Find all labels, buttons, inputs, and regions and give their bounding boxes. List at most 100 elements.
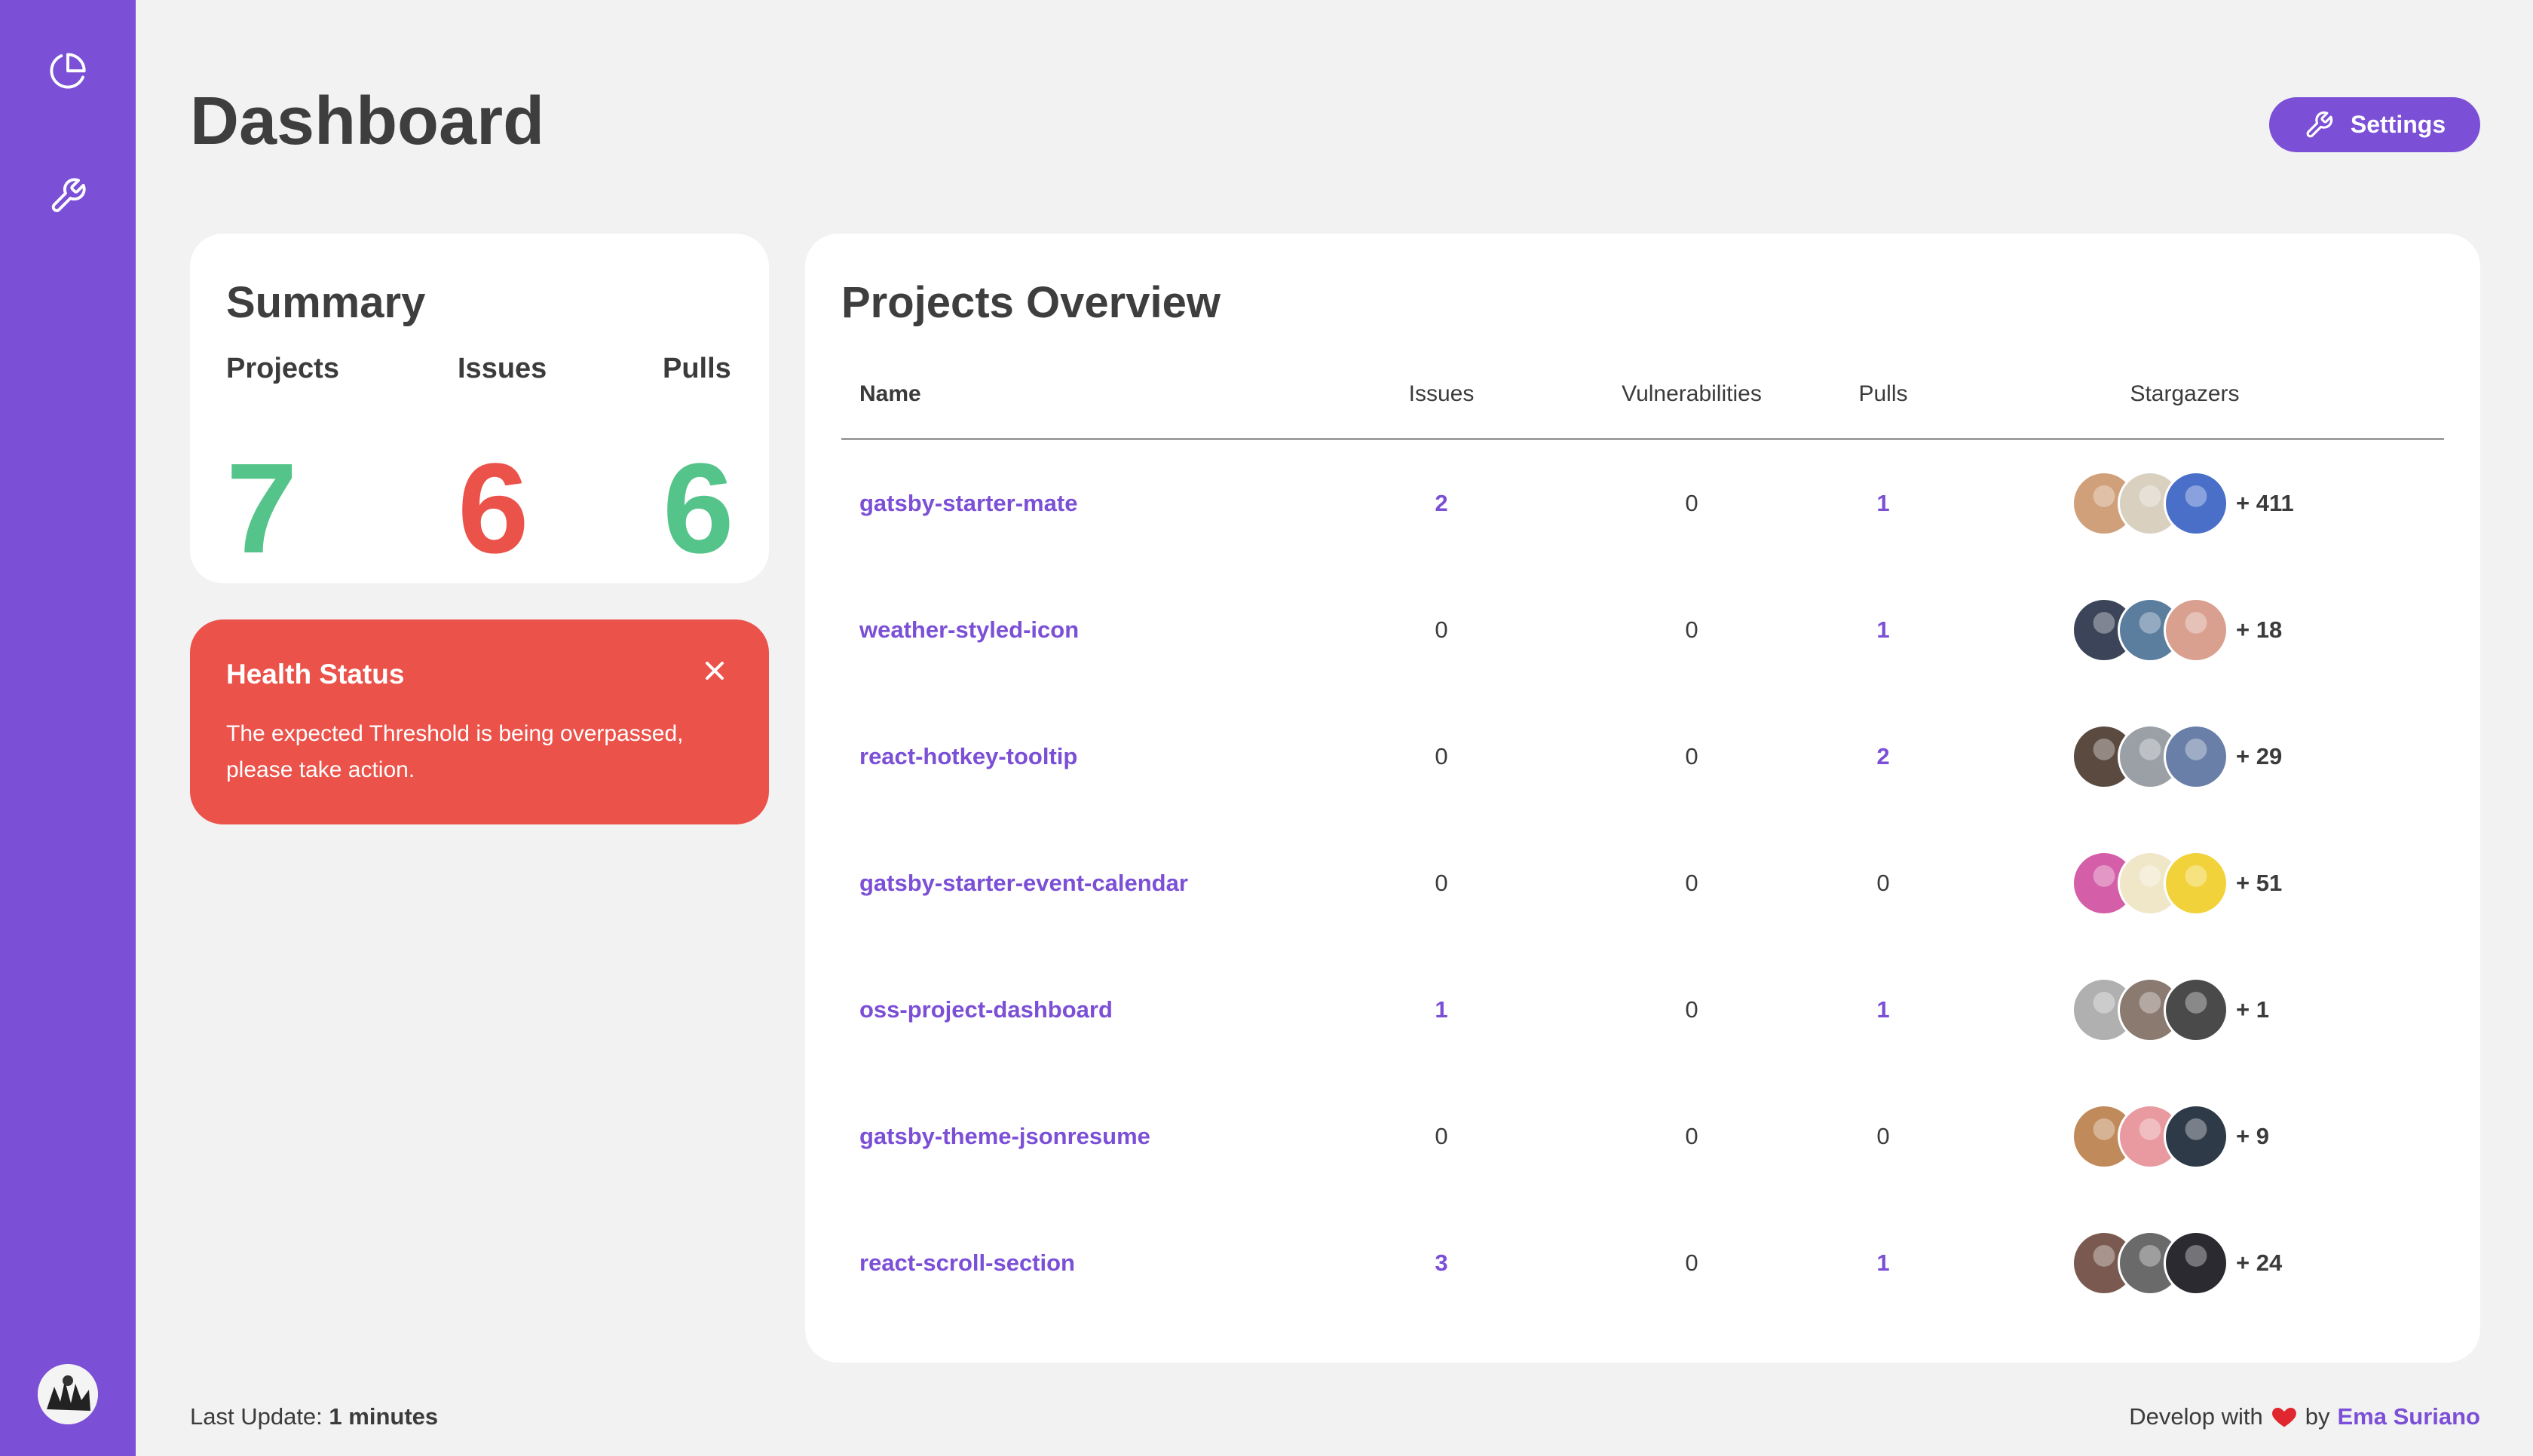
stargazer-count: + 411 xyxy=(2236,490,2294,516)
table-row: gatsby-theme-jsonresume 0 0 0 + 9 xyxy=(805,1073,2480,1200)
column-header-name[interactable]: Name xyxy=(859,381,921,407)
sidebar xyxy=(0,0,136,1456)
summary-stat-issues: Issues xyxy=(458,353,547,385)
cell-issues-wrapper: 1 xyxy=(1366,947,1517,1073)
cell-issues: 0 xyxy=(1435,616,1448,643)
project-link[interactable]: gatsby-starter-event-calendar xyxy=(859,870,1188,897)
column-header-issues[interactable]: Issues xyxy=(1366,381,1517,407)
cell-stargazers: + 9 xyxy=(2072,1073,2269,1200)
stargazer-avatar[interactable] xyxy=(2164,1231,2228,1295)
project-link[interactable]: gatsby-theme-jsonresume xyxy=(859,1123,1150,1150)
stargazer-avatar[interactable] xyxy=(2164,724,2228,789)
column-header-vulnerabilities[interactable]: Vulnerabilities xyxy=(1571,381,1812,407)
stat-label: Issues xyxy=(458,353,547,384)
cell-vulnerabilities: 0 xyxy=(1685,1123,1698,1149)
project-link[interactable]: gatsby-starter-mate xyxy=(859,490,1077,517)
author-link[interactable]: Ema Suriano xyxy=(2338,1403,2481,1430)
summary-title: Summary xyxy=(226,278,426,327)
sidebar-item-settings[interactable] xyxy=(47,175,89,217)
cell-pulls: 1 xyxy=(1876,490,1890,516)
projects-overview-card: Projects Overview Name Issues Vulnerabil… xyxy=(805,234,2480,1363)
cell-name: gatsby-starter-mate xyxy=(859,440,1077,567)
stargazer-count: + 51 xyxy=(2236,870,2283,896)
cell-vulnerabilities-wrapper: 0 xyxy=(1571,693,1812,820)
sidebar-item-dashboard[interactable] xyxy=(47,50,89,92)
last-update-value: 1 minutes xyxy=(329,1403,439,1430)
cell-vulnerabilities: 0 xyxy=(1685,870,1698,896)
stargazer-avatar[interactable] xyxy=(2164,977,2228,1042)
column-header-stargazers[interactable]: Stargazers xyxy=(2072,381,2298,407)
stargazer-avatars: + 24 xyxy=(2072,1231,2282,1295)
stat-value-projects: 7 xyxy=(226,437,298,580)
cell-vulnerabilities-wrapper: 0 xyxy=(1571,440,1812,567)
project-link[interactable]: react-scroll-section xyxy=(859,1250,1075,1277)
table-row: react-hotkey-tooltip 0 0 2 + 29 xyxy=(805,693,2480,820)
stargazer-avatar[interactable] xyxy=(2164,471,2228,536)
cell-stargazers: + 29 xyxy=(2072,693,2282,820)
stargazer-count: + 24 xyxy=(2236,1250,2283,1276)
stargazer-avatars: + 1 xyxy=(2072,977,2269,1042)
settings-button[interactable]: Settings xyxy=(2269,97,2480,152)
stargazer-avatars: + 9 xyxy=(2072,1104,2269,1169)
cell-pulls: 0 xyxy=(1876,870,1890,896)
project-link[interactable]: react-hotkey-tooltip xyxy=(859,743,1077,770)
cell-issues: 0 xyxy=(1435,1123,1448,1149)
cell-issues: 1 xyxy=(1435,996,1448,1023)
cell-vulnerabilities-wrapper: 0 xyxy=(1571,820,1812,947)
stat-value-pulls: 6 xyxy=(663,437,734,580)
cell-name: react-hotkey-tooltip xyxy=(859,693,1077,820)
cell-issues: 2 xyxy=(1435,490,1448,516)
table-row: react-scroll-section 3 0 1 + 24 xyxy=(805,1200,2480,1326)
cell-issues-wrapper: 2 xyxy=(1366,440,1517,567)
avatar[interactable] xyxy=(38,1364,98,1424)
stat-label: Projects xyxy=(226,353,339,384)
cell-pulls-wrapper: 0 xyxy=(1808,1073,1959,1200)
cell-pulls: 1 xyxy=(1876,996,1890,1023)
stargazer-avatars: + 18 xyxy=(2072,598,2282,662)
summary-stat-pulls: Pulls xyxy=(663,353,731,385)
cell-issues: 0 xyxy=(1435,743,1448,769)
health-status-card: Health Status The expected Threshold is … xyxy=(190,619,769,824)
health-status-title: Health Status xyxy=(226,659,405,690)
close-button[interactable] xyxy=(700,656,730,686)
stargazer-avatars: + 411 xyxy=(2072,471,2294,536)
wrench-icon xyxy=(2306,111,2333,137)
stargazer-count: + 1 xyxy=(2236,996,2269,1023)
stargazer-count: + 9 xyxy=(2236,1123,2269,1149)
table-row: oss-project-dashboard 1 0 1 + 1 xyxy=(805,947,2480,1073)
cell-pulls: 0 xyxy=(1876,1123,1890,1149)
cell-vulnerabilities: 0 xyxy=(1685,1250,1698,1276)
project-link[interactable]: oss-project-dashboard xyxy=(859,996,1113,1023)
develop-text: Develop with xyxy=(2129,1403,2263,1430)
pie-chart-icon xyxy=(50,53,86,89)
cell-stargazers: + 1 xyxy=(2072,947,2269,1073)
stargazer-avatar[interactable] xyxy=(2164,1104,2228,1169)
stat-label: Pulls xyxy=(663,353,731,384)
project-link[interactable]: weather-styled-icon xyxy=(859,616,1079,644)
cell-pulls-wrapper: 1 xyxy=(1808,440,1959,567)
stargazer-count: + 18 xyxy=(2236,616,2283,643)
cell-name: oss-project-dashboard xyxy=(859,947,1113,1073)
stargazer-avatar[interactable] xyxy=(2164,598,2228,662)
cell-name: gatsby-starter-event-calendar xyxy=(859,820,1188,947)
cell-issues-wrapper: 0 xyxy=(1366,693,1517,820)
stat-value-issues: 6 xyxy=(458,437,529,580)
cell-issues-wrapper: 0 xyxy=(1366,820,1517,947)
cell-issues-wrapper: 0 xyxy=(1366,1073,1517,1200)
stargazer-count: + 29 xyxy=(2236,743,2283,769)
stargazer-avatar[interactable] xyxy=(2164,851,2228,916)
footer-credit: Develop with by Ema Suriano xyxy=(2129,1403,2480,1430)
cell-name: weather-styled-icon xyxy=(859,567,1079,693)
settings-button-label: Settings xyxy=(2350,111,2446,138)
column-header-pulls[interactable]: Pulls xyxy=(1808,381,1959,407)
stargazer-avatars: + 29 xyxy=(2072,724,2282,789)
cell-stargazers: + 18 xyxy=(2072,567,2282,693)
heart-icon xyxy=(2271,1408,2296,1427)
cell-issues: 0 xyxy=(1435,870,1448,896)
cell-issues: 3 xyxy=(1435,1250,1448,1276)
cell-vulnerabilities: 0 xyxy=(1685,616,1698,643)
wrench-icon xyxy=(51,178,86,213)
projects-overview-title: Projects Overview xyxy=(841,278,1221,327)
summary-card: Summary Projects Issues Pulls 7 6 6 xyxy=(190,234,769,583)
cell-name: react-scroll-section xyxy=(859,1200,1075,1326)
